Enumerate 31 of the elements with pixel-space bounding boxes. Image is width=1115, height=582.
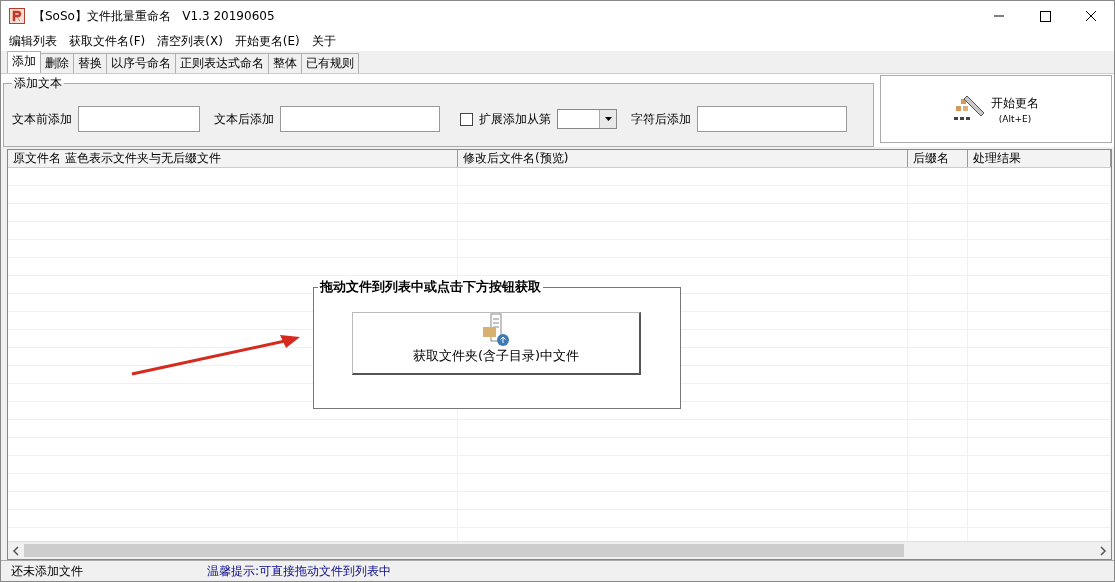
input-field[interactable] [78,106,200,132]
column-header[interactable]: 原文件名 蓝色表示文件夹与无后缀文件 [8,150,458,167]
column-header[interactable]: 修改后文件名(预览) [458,150,908,167]
menu-item[interactable]: 关于 [305,32,342,50]
status-text: 还未添加文件 [10,562,84,580]
menu-item[interactable]: 开始更名(E) [228,32,306,50]
input-field[interactable] [697,106,847,132]
field-label: 文本后添加 [214,110,274,128]
column-header[interactable]: 后缀名 [908,150,968,167]
start-rename-button[interactable]: 开始更名 (Alt+E) [880,75,1112,143]
horizontal-scrollbar[interactable] [8,541,1111,559]
menu-item[interactable]: 清空列表(X) [151,32,229,50]
group-legend: 添加文本 [12,75,64,92]
folder-upload-icon [481,313,511,347]
tab[interactable]: 添加 [7,51,41,73]
dropdown[interactable] [557,109,617,129]
column-header[interactable]: 处理结果 [968,150,1111,167]
caret-icon [604,117,612,121]
app-logo-icon [9,8,25,24]
get-folder-files-button[interactable]: 获取文件夹(含子目录)中文件 [352,312,641,375]
field-label: 文本前添加 [12,110,72,128]
checkbox[interactable] [460,112,473,126]
input-field[interactable] [280,106,440,132]
drop-panel-title: 拖动文件到列表中或点击下方按钮获取 [318,278,542,296]
menu-item[interactable]: 获取文件名(F) [63,32,152,50]
menu-item[interactable]: 编辑列表 [3,32,63,50]
window-title: 【SoSo】文件批量重命名 V1.3 20190605 [33,7,275,25]
checkbox-label: 扩展添加从第 [479,110,551,128]
field-label: 字符后添加 [631,110,691,128]
tab[interactable]: 已有规则 [301,53,359,73]
status-tip: 温馨提示:可直接拖动文件到列表中 [207,562,392,580]
